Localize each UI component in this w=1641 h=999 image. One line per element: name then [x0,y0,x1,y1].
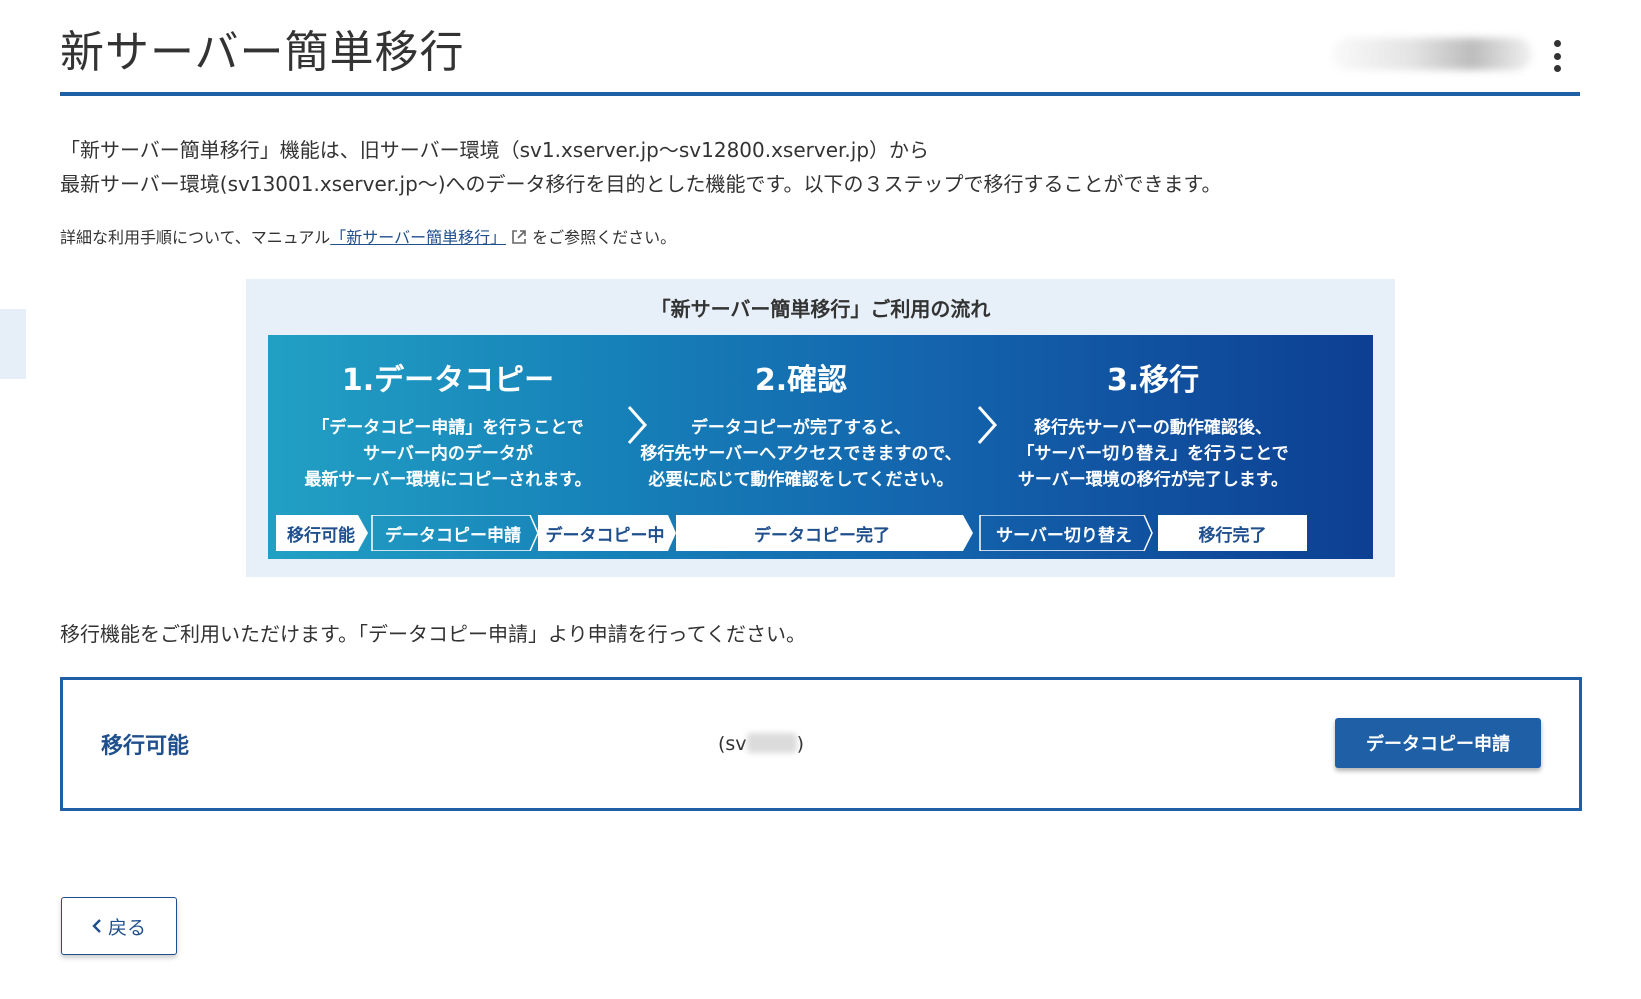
more-menu-icon[interactable] [1552,40,1562,72]
status-step-switch-server: サーバー切り替え [996,525,1132,546]
step-title: 3.移行 [1106,363,1200,398]
status-step-migratable: 移行可能 [287,525,355,546]
step-desc-line: 「サーバー切り替え」を行うことで [1017,444,1289,464]
status-step-copying: データコピー中 [545,525,665,546]
external-link-icon [512,230,526,244]
flow-panel: 1.データコピー 「データコピー申請」を行うことで サーバー内のデータが 最新サ… [268,335,1373,559]
intro-text: 「新サーバー簡単移行」機能は、旧サーバー環境（sv1.xserver.jp～sv… [60,133,1222,201]
manual-note-prefix: 詳細な利用手順について、マニュアル [60,228,331,247]
status-step-migration-complete: 移行完了 [1198,525,1267,546]
step-desc-line: サーバー内のデータが [363,444,533,464]
step-title: 2.確認 [754,363,848,398]
step-desc-line: 移行先サーバーへアクセスできますので、 [640,444,962,464]
step-desc-line: 必要に応じて動作確認をしてください。 [648,470,954,490]
sidebar-toggle-tab[interactable] [0,309,26,379]
step-desc-line: 「データコピー申請」を行うことで [312,418,584,438]
status-label: 移行可能 [101,734,190,759]
flow-step-2: 2.確認 データコピーが完了すると、 移行先サーバーへアクセスできますので、 必… [636,361,966,493]
back-button[interactable]: 戻る [61,897,177,955]
intro-line-1: 「新サーバー簡単移行」機能は、旧サーバー環境（sv1.xserver.jp～sv… [60,138,930,162]
flow-step-1: 1.データコピー 「データコピー申請」を行うことで サーバー内のデータが 最新サ… [283,361,613,493]
availability-notice: 移行機能をご利用いただけます。「データコピー申請」より申請を行ってください。 [60,622,806,646]
back-button-label: 戻る [107,916,146,939]
page-header: 新サーバー簡単移行 [60,26,1580,96]
server-name: (sv) [718,733,804,755]
flow-title: 「新サーバー簡単移行」ご利用の流れ [650,297,991,321]
step-desc-line: 最新サーバー環境にコピーされます。 [304,470,592,490]
account-name-redacted [1332,38,1532,70]
migration-status-card: 移行可能 (sv) データコピー申請 [60,677,1582,811]
step-desc-line: サーバー環境の移行が完了します。 [1017,470,1289,490]
status-progress-bar: 移行可能 データコピー申請 データコピー中 データコピー完了 サーバー切り替え … [276,515,1365,551]
manual-note: 詳細な利用手順について、マニュアル「新サーバー簡単移行」 をご参照ください。 [60,226,676,250]
status-step-copy-complete: データコピー完了 [754,525,890,546]
page-title: 新サーバー簡単移行 [60,27,465,78]
manual-link[interactable]: 「新サーバー簡単移行」 [330,228,506,247]
step-desc-line: データコピーが完了すると、 [690,418,912,438]
data-copy-request-button[interactable]: データコピー申請 [1335,718,1541,768]
chevron-left-icon [92,919,101,933]
migration-flow-diagram: 「新サーバー簡単移行」ご利用の流れ 1.データコピー 「データコピー申請」を行う… [246,279,1395,577]
manual-note-suffix: をご参照ください。 [532,228,677,247]
step-description: 「データコピー申請」を行うことで サーバー内のデータが 最新サーバー環境にコピー… [283,415,613,493]
flow-step-3: 3.移行 移行先サーバーの動作確認後、 「サーバー切り替え」を行うことで サーバ… [988,361,1318,493]
step-desc-line: 移行先サーバーの動作確認後、 [1034,418,1272,438]
step-title: 1.データコピー [341,363,555,398]
intro-line-2: 最新サーバー環境(sv13001.xserver.jp～)へのデータ移行を目的と… [60,172,1222,196]
server-prefix: (sv [718,733,747,755]
server-number-redacted [746,733,797,753]
status-step-copy-request: データコピー申請 [385,525,521,546]
step-description: データコピーが完了すると、 移行先サーバーへアクセスできますので、 必要に応じて… [636,415,966,493]
step-description: 移行先サーバーの動作確認後、 「サーバー切り替え」を行うことで サーバー環境の移… [988,415,1318,493]
server-suffix: ) [796,733,804,755]
